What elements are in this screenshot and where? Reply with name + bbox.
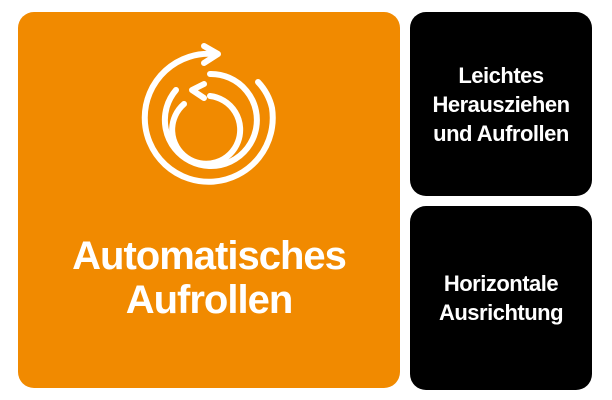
feature-tile-horizontal-alignment: Horizontale Ausrichtung bbox=[410, 206, 592, 390]
feature-panel: Automatisches Aufrollen Leichtes Herausz… bbox=[0, 0, 612, 400]
feature-title-line: Aufrollen bbox=[125, 278, 294, 322]
feature-label-line: Ausrichtung bbox=[438, 300, 564, 325]
feature-label-line: Leichtes bbox=[458, 62, 544, 88]
spiral-rewind-icon bbox=[141, 43, 276, 185]
feature-label-line: Horizontale bbox=[443, 271, 559, 296]
feature-title-line: Automatisches bbox=[72, 234, 347, 278]
feature-label-line: Herausziehen bbox=[432, 91, 570, 117]
feature-label-line: und Aufrollen bbox=[433, 120, 569, 146]
feature-tile-auto-rewind: Automatisches Aufrollen bbox=[18, 12, 400, 388]
feature-title: Automatisches Aufrollen bbox=[72, 234, 347, 322]
feature-tile-easy-pull: Leichtes Herausziehen und Aufrollen bbox=[410, 12, 592, 196]
